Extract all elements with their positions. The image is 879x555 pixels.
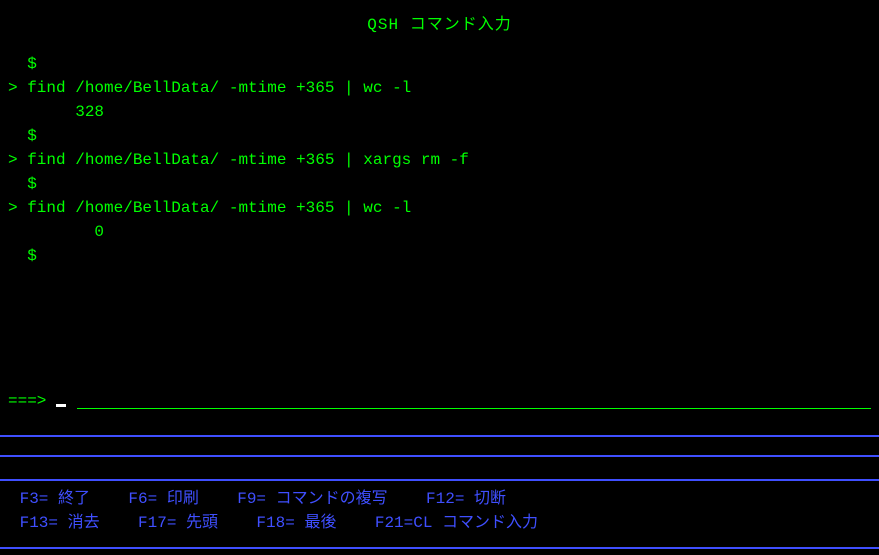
output-line: $ (8, 124, 871, 148)
output-line: 0 (8, 220, 871, 244)
function-key-area: F3= 終了 F6= 印刷 F9= コマンドの複写 F12= 切断 F13= 消… (10, 487, 538, 535)
terminal-screen: QSH コマンド入力 $ > find /home/BellData/ -mti… (0, 0, 879, 555)
output-line: > find /home/BellData/ -mtime +365 | xar… (8, 148, 871, 172)
fkey-row-2: F13= 消去 F17= 先頭 F18= 最後 F21=CL コマンド入力 (10, 511, 538, 535)
cursor-icon (56, 404, 66, 407)
output-line: > find /home/BellData/ -mtime +365 | wc … (8, 76, 871, 100)
separator-row (0, 435, 879, 457)
page-title: QSH コマンド入力 (0, 0, 879, 34)
output-line: $ (8, 172, 871, 196)
fkey-row-1: F3= 終了 F6= 印刷 F9= コマンドの複写 F12= 切断 (10, 487, 538, 511)
output-line: $ (8, 244, 871, 268)
separator-row (0, 459, 879, 481)
bottom-separator (0, 547, 879, 549)
input-underline (77, 408, 871, 409)
command-input-row: ===> (8, 392, 66, 410)
output-line: > find /home/BellData/ -mtime +365 | wc … (8, 196, 871, 220)
output-area: $ > find /home/BellData/ -mtime +365 | w… (0, 34, 879, 268)
output-line: 328 (8, 100, 871, 124)
input-prompt: ===> (8, 392, 56, 410)
output-line: $ (8, 52, 871, 76)
command-input[interactable] (56, 392, 66, 410)
